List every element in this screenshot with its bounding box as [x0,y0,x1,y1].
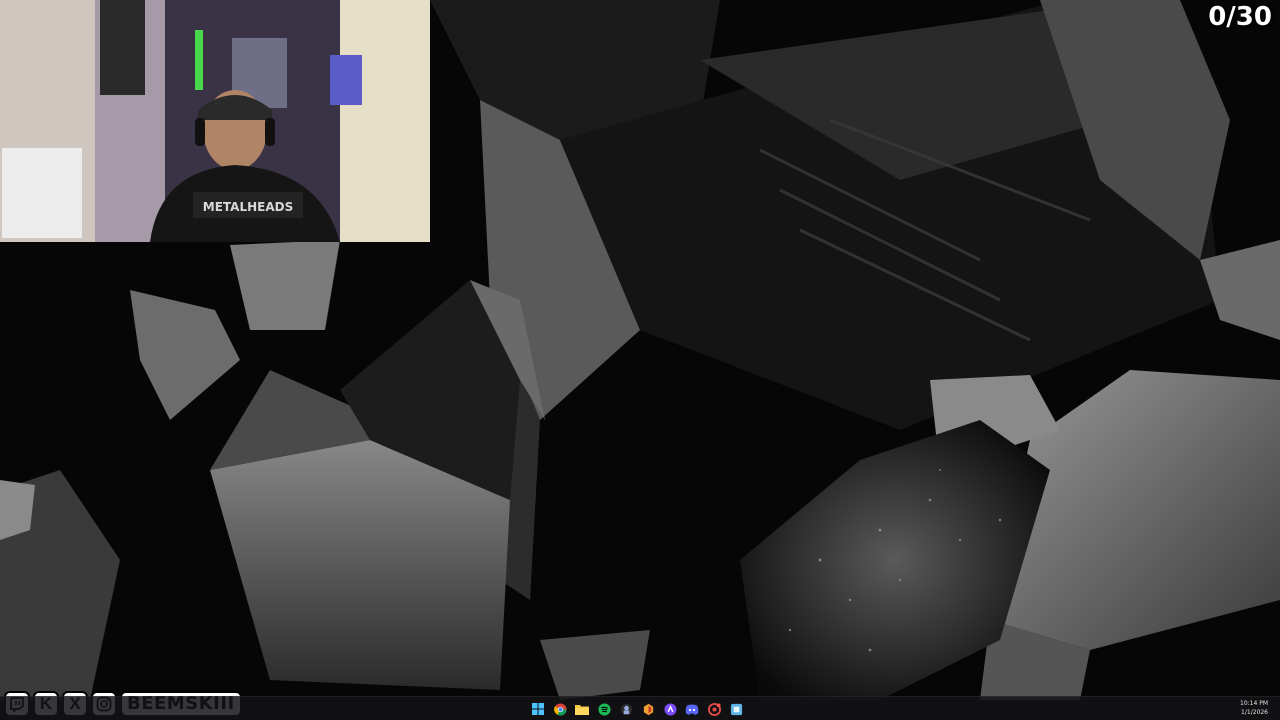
webcam-feed: METALHEADS [0,0,430,242]
taskbar: 10:14 PM 1/1/2026 [0,696,1280,720]
progress-counter: 0/30 [1208,2,1272,32]
system-clock[interactable]: 10:14 PM 1/1/2026 [1240,699,1268,717]
clock-time: 10:14 PM [1240,700,1268,707]
app-icon-4[interactable] [706,701,722,717]
windows-start-icon[interactable] [530,701,546,717]
taskbar-pinned-apps [530,697,744,720]
app-icon-2[interactable] [640,701,656,717]
app-icon[interactable] [618,701,634,717]
desktop: METALHEADS 0/30 K X BEEMSKIII [0,0,1280,720]
spotify-icon[interactable] [596,701,612,717]
app-icon-3[interactable] [662,701,678,717]
discord-icon[interactable] [684,701,700,717]
chrome-icon[interactable] [552,701,568,717]
app-icon-5[interactable] [728,701,744,717]
clock-date: 1/1/2026 [1241,709,1268,716]
file-explorer-icon[interactable] [574,701,590,717]
shirt-text: METALHEADS [203,200,293,214]
